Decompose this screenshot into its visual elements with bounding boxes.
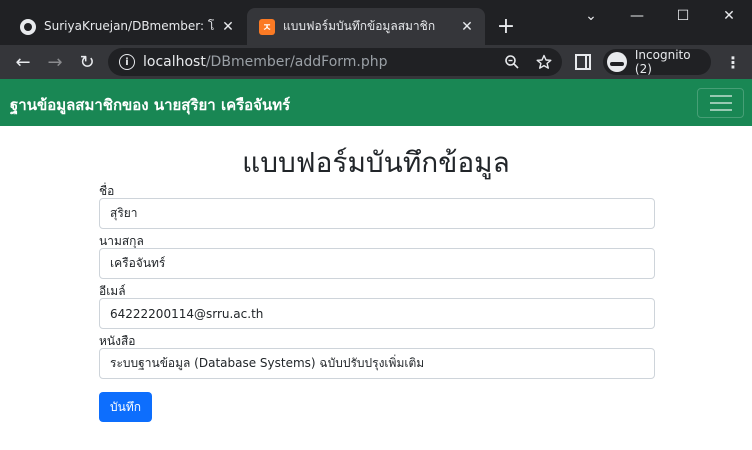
- url-path: /DBmember/addForm.php: [205, 54, 388, 70]
- close-icon[interactable]: ✕: [220, 19, 236, 35]
- back-button[interactable]: ←: [9, 48, 37, 76]
- maximize-button[interactable]: ☐: [660, 0, 706, 32]
- hamburger-icon-bar: [709, 95, 732, 97]
- tab-github[interactable]: SuriyaKruejan/DBmember: โจทย์แ ✕: [8, 8, 246, 45]
- tab-title: SuriyaKruejan/DBmember: โจทย์แ: [44, 19, 214, 33]
- url-host: localhost: [143, 54, 206, 70]
- save-button[interactable]: บันทึก: [99, 392, 152, 422]
- hamburger-icon-bar: [709, 109, 732, 111]
- reload-button[interactable]: ↻: [73, 48, 101, 76]
- bookmark-star-icon[interactable]: [536, 54, 552, 70]
- close-icon[interactable]: ✕: [459, 19, 475, 35]
- forward-button[interactable]: →: [41, 48, 69, 76]
- page-title: แบบฟอร์มบันทึกข้อมูล: [242, 146, 510, 179]
- book-input[interactable]: [99, 348, 655, 379]
- incognito-icon: [607, 52, 627, 72]
- xampp-icon: ㅈ: [259, 18, 275, 35]
- tab-title: แบบฟอร์มบันทึกข้อมูลสมาชิก: [283, 19, 436, 33]
- browser-titlebar: SuriyaKruejan/DBmember: โจทย์แ ✕ ㅈ แบบฟอ…: [0, 0, 752, 45]
- browser-toolbar: ← → ↻ i localhost/DBmember/addForm.php I…: [0, 45, 752, 79]
- incognito-indicator[interactable]: Incognito (2): [603, 48, 711, 76]
- incognito-label: Incognito (2): [634, 48, 691, 76]
- hamburger-icon-bar: [709, 102, 732, 104]
- github-icon: [20, 18, 36, 35]
- first-name-input[interactable]: [99, 198, 655, 229]
- site-navbar: ฐานข้อมูลสมาชิกของ นายสุริยา เครือจันทร์: [0, 79, 752, 126]
- new-tab-button[interactable]: +: [494, 14, 518, 39]
- navbar-brand[interactable]: ฐานข้อมูลสมาชิกของ นายสุริยา เครือจันทร์: [10, 93, 290, 117]
- tab-search-icon[interactable]: ⌄: [568, 0, 614, 32]
- window-close-button[interactable]: ✕: [706, 0, 752, 32]
- zoom-icon[interactable]: [504, 54, 520, 70]
- site-info-icon[interactable]: i: [119, 54, 135, 70]
- browser-menu-icon[interactable]: ⋮: [722, 51, 744, 73]
- email-input[interactable]: [99, 298, 655, 329]
- navbar-toggler-button[interactable]: [697, 88, 744, 118]
- tab-add-form[interactable]: ㅈ แบบฟอร์มบันทึกข้อมูลสมาชิก ✕: [247, 8, 485, 45]
- last-name-input[interactable]: [99, 248, 655, 279]
- side-panel-icon[interactable]: [575, 54, 591, 70]
- address-bar[interactable]: i localhost/DBmember/addForm.php: [108, 48, 562, 76]
- minimize-button[interactable]: —: [614, 0, 660, 32]
